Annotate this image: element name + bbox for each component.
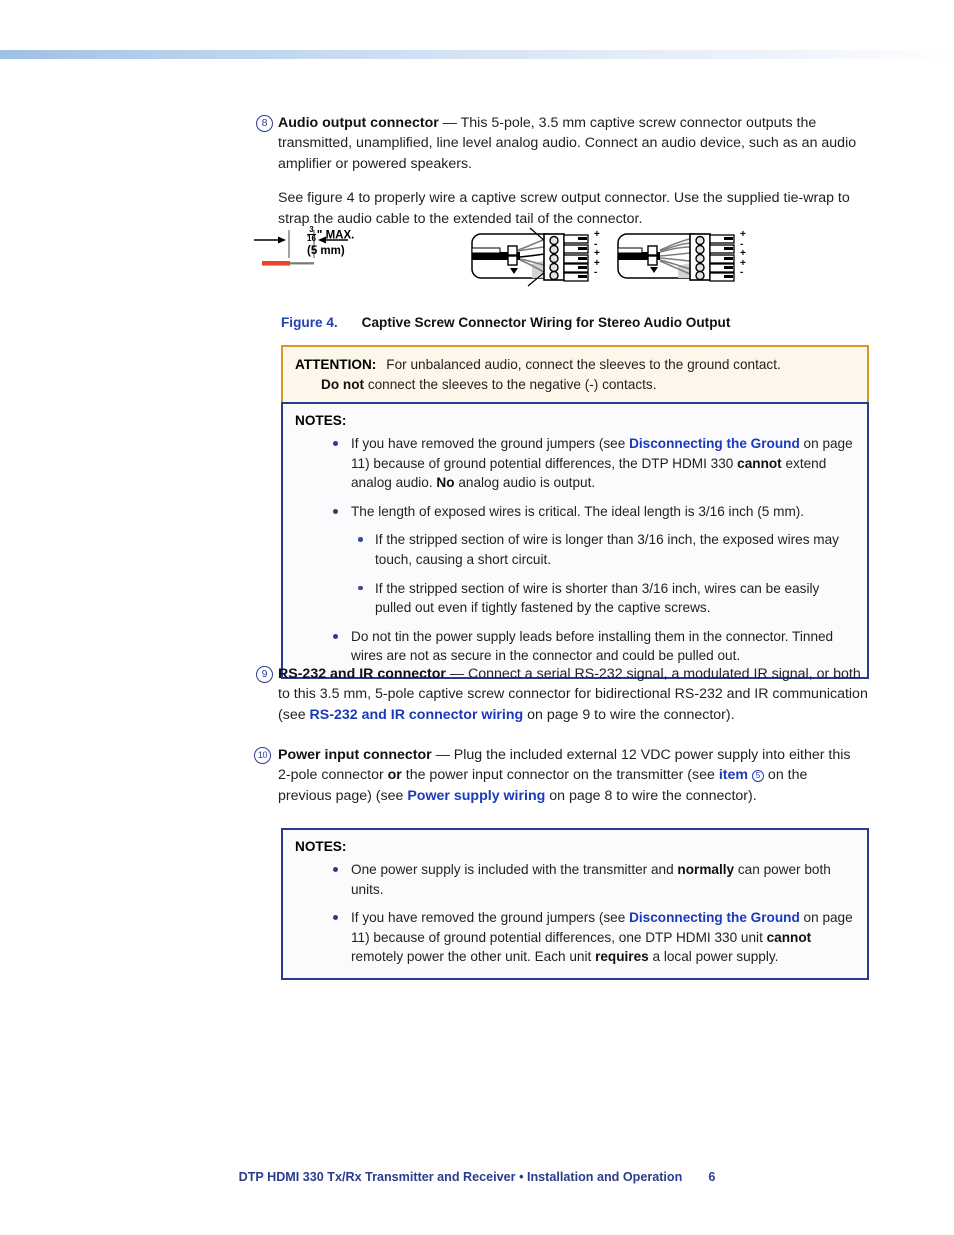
- connector-illustration-left: + - + + -: [470, 226, 612, 288]
- page-header-accent-bar: [0, 50, 954, 59]
- link-power-supply-wiring[interactable]: Power supply wiring: [407, 788, 545, 804]
- item-10-title: Power input connector: [278, 747, 432, 763]
- notes-sub-bullet-list: If the stripped section of wire is longe…: [351, 530, 855, 617]
- item-number-badge-9: 9: [256, 666, 273, 683]
- item-10-seg-2: the power input connector on the transmi…: [401, 767, 719, 784]
- note-bold-cannot: cannot: [737, 455, 782, 471]
- connector-illustration-right: + - + + -: [616, 226, 758, 288]
- attention-do-not: Do not: [321, 377, 365, 392]
- mm-label: (5 mm): [307, 245, 345, 257]
- note-item: If you have removed the ground jumpers (…: [329, 908, 855, 967]
- attention-line-1: ATTENTION: For unbalanced audio, connect …: [295, 355, 855, 375]
- wire-strip-length-diagram: 3 16 " MAX. (5 mm): [252, 226, 402, 280]
- notes-title: NOTES:: [295, 413, 347, 428]
- item-10-paragraph: Power input connector — Plug the include…: [278, 745, 854, 806]
- note-item: The length of exposed wires is critical.…: [329, 502, 855, 618]
- note-item: Do not tin the power supply leads before…: [329, 627, 855, 666]
- attention-callout-box: ATTENTION: For unbalanced audio, connect …: [281, 345, 869, 406]
- strip-length-label: 3 16 " MAX. (5 mm): [307, 226, 355, 258]
- footer-inner: DTP HDMI 330 Tx/Rx Transmitter and Recei…: [239, 1170, 716, 1184]
- notes-bullet-list: If you have removed the ground jumpers (…: [295, 434, 855, 666]
- attention-line-2: Do not connect the sleeves to the negati…: [295, 375, 855, 395]
- max-label: MAX.: [325, 229, 355, 242]
- strip-length-fraction: 3 16: [307, 226, 316, 243]
- item-number-badge-10: 10: [254, 747, 271, 764]
- em-dash: —: [435, 747, 450, 763]
- polarity-label: -: [740, 267, 744, 279]
- item-9-title: RS-232 and IR connector: [278, 666, 446, 682]
- item-8-paragraph-1: Audio output connector — This 5-pole, 3.…: [278, 113, 866, 174]
- item-8-paragraph-2: See figure 4 to properly wire a captive …: [278, 190, 850, 227]
- note-bold-requires: requires: [595, 949, 649, 965]
- note-mid-2: remotely power the other unit. Each unit: [351, 949, 596, 965]
- item-number-badge-8: 8: [256, 115, 273, 132]
- link-disconnecting-the-ground[interactable]: Disconnecting the Ground: [629, 436, 800, 451]
- link-disconnecting-the-ground[interactable]: Disconnecting the Ground: [629, 910, 800, 925]
- notes-bullet-list: One power supply is included with the tr…: [295, 860, 855, 967]
- item-9-body-post: on page 9 to wire the connector).: [523, 706, 735, 723]
- item-8-title: Audio output connector: [278, 115, 439, 131]
- inch-mark: ": [316, 229, 323, 242]
- note-bold-cannot: cannot: [766, 929, 812, 945]
- notes-box-audio: NOTES: If you have removed the ground ju…: [281, 402, 869, 679]
- page-footer: DTP HDMI 330 Tx/Rx Transmitter and Recei…: [0, 1168, 954, 1186]
- polarity-label: -: [594, 267, 598, 279]
- note-sub-item: If the stripped section of wire is short…: [353, 579, 855, 618]
- note-sub-item: If the stripped section of wire is longe…: [353, 530, 855, 569]
- note-bold-normally: normally: [677, 862, 735, 877]
- polarity-label-column-left: + - + + -: [594, 230, 600, 278]
- note-pre: If you have removed the ground jumpers (…: [351, 910, 630, 926]
- attention-label: ATTENTION:: [295, 357, 377, 372]
- note-pre: One power supply is included with the tr…: [351, 862, 678, 877]
- polarity-label-column-right: + - + + -: [740, 230, 746, 278]
- footer-document-title: DTP HDMI 330 Tx/Rx Transmitter and Recei…: [238, 1170, 683, 1184]
- fraction-numerator: 3: [309, 225, 314, 234]
- note-post: a local power supply.: [648, 949, 779, 965]
- item-9-paragraph: RS-232 and IR connector — Connect a seri…: [278, 664, 868, 725]
- figure-caption-text: Captive Screw Connector Wiring for Stere…: [361, 315, 731, 330]
- circled-item-number-5: 5: [751, 770, 764, 783]
- item-10-seg-4: on page 8 to wire the connector).: [545, 787, 757, 804]
- note-pre: If you have removed the ground jumpers (…: [351, 436, 630, 451]
- note-text: The length of exposed wires is critical.…: [351, 503, 805, 519]
- note-item: One power supply is included with the tr…: [329, 860, 855, 899]
- link-item[interactable]: item: [719, 767, 748, 783]
- item-9-rs232-ir-connector: 9 RS-232 and IR connector — Connect a se…: [256, 664, 868, 725]
- figure-number: Figure 4.: [281, 315, 338, 330]
- notes-title: NOTES:: [295, 839, 347, 854]
- note-item: If you have removed the ground jumpers (…: [329, 434, 855, 493]
- em-dash: —: [449, 666, 465, 682]
- attention-text-1: For unbalanced audio, connect the sleeve…: [386, 357, 781, 372]
- notes-box-power: NOTES: One power supply is included with…: [281, 828, 869, 980]
- item-10-power-input-connector: 10 Power input connector — Plug the incl…: [254, 745, 854, 806]
- item-10-bold-or: or: [387, 767, 402, 784]
- footer-page-number: 6: [708, 1170, 716, 1184]
- fraction-denominator: 16: [307, 234, 316, 243]
- attention-text-2: connect the sleeves to the negative (-) …: [364, 377, 657, 392]
- link-rs232-and-ir-connector-wiring[interactable]: RS-232 and IR connector wiring: [310, 707, 524, 723]
- note-bold-no: No: [436, 475, 455, 491]
- em-dash: —: [442, 115, 457, 131]
- note-post: analog audio is output.: [454, 475, 596, 491]
- figure-4-caption: Figure 4. Captive Screw Connector Wiring …: [281, 315, 730, 330]
- item-8-audio-output-connector: 8 Audio output connector — This 5-pole, …: [256, 113, 866, 229]
- figure-4-graphic: 3 16 " MAX. (5 mm) + - + + - + - + + -: [252, 226, 872, 296]
